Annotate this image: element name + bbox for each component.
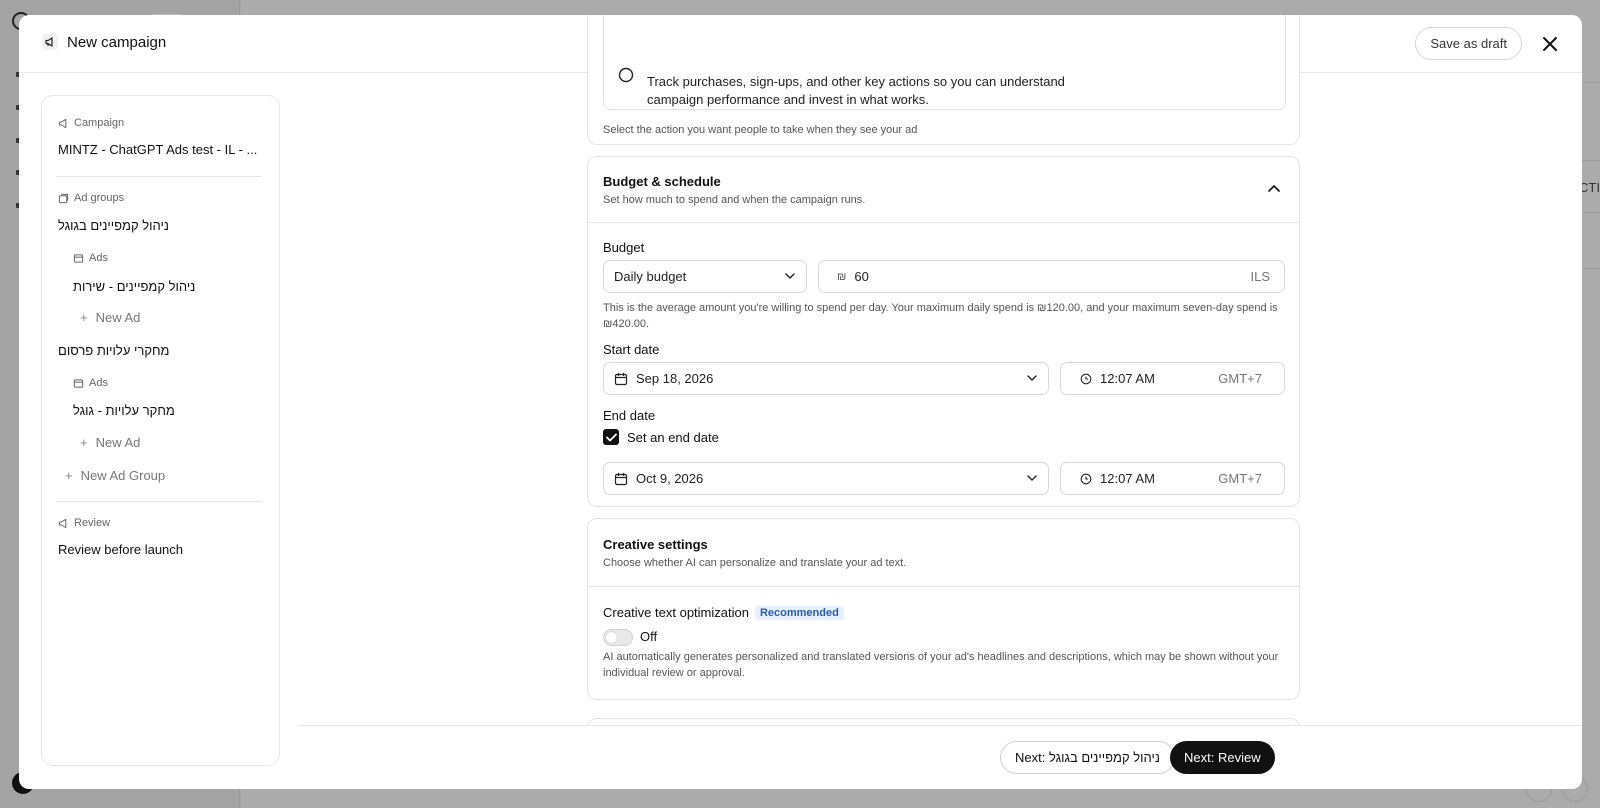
nav-section-label: Campaign bbox=[74, 117, 125, 129]
creative-optimization-row: Creative text optimization Recommended bbox=[603, 605, 844, 620]
nav-section-label: Review bbox=[74, 517, 111, 529]
modal-title-text: New campaign bbox=[67, 33, 167, 51]
budget-type-select[interactable]: Daily budget bbox=[603, 260, 807, 293]
chevron-down-icon bbox=[1026, 473, 1038, 483]
nav-section-ad-groups: Ad groups bbox=[58, 192, 124, 204]
nav-divider bbox=[56, 176, 262, 177]
creative-optimization-label: Creative text optimization bbox=[603, 605, 749, 620]
calendar-icon bbox=[614, 372, 628, 386]
end-date-value: Oct 9, 2026 bbox=[636, 471, 704, 486]
new-campaign-modal: New campaign Save as draft Campaign MINT… bbox=[19, 15, 1582, 789]
new-ad-button[interactable]: + New Ad bbox=[80, 435, 140, 450]
layers-icon bbox=[58, 193, 69, 204]
new-ad-group-button[interactable]: + New Ad Group bbox=[65, 468, 165, 483]
close-button[interactable] bbox=[1536, 30, 1564, 58]
start-date-value: Sep 18, 2026 bbox=[636, 371, 714, 386]
checkmark-icon bbox=[605, 433, 617, 442]
nav-section-ads: Ads bbox=[73, 377, 108, 389]
plus-icon: + bbox=[65, 468, 73, 483]
save-as-draft-button[interactable]: Save as draft bbox=[1415, 27, 1522, 60]
start-time-value: 12:07 AM bbox=[1100, 371, 1155, 386]
creative-settings-subtitle: Choose whether AI can personalize and tr… bbox=[603, 557, 907, 569]
budget-schedule-card: Budget & schedule Set how much to spend … bbox=[587, 156, 1300, 507]
end-time-value: 12:07 AM bbox=[1100, 471, 1155, 486]
conversion-card: Track purchases, sign-ups, and other key… bbox=[587, 15, 1300, 145]
new-ad-label: New Ad bbox=[95, 310, 141, 325]
close-icon bbox=[1542, 36, 1558, 52]
timezone-label: GMT+7 bbox=[1218, 371, 1262, 386]
budget-type-value: Daily budget bbox=[614, 269, 687, 284]
calendar-icon bbox=[614, 472, 628, 486]
nav-item-campaign[interactable]: MINTZ - ChatGPT Ads test - IL - ... bbox=[58, 142, 257, 157]
conversion-option[interactable]: Track purchases, sign-ups, and other key… bbox=[603, 15, 1286, 110]
plus-icon: + bbox=[80, 435, 88, 450]
nav-item-ad[interactable]: מחקר עלויות - גוגל bbox=[73, 403, 175, 418]
budget-schedule-header[interactable]: Budget & schedule Set how much to spend … bbox=[588, 157, 1299, 223]
budget-amount-input[interactable]: ₪ 60 ILS bbox=[818, 260, 1285, 293]
radio-icon bbox=[618, 67, 634, 83]
end-date-checkbox-label[interactable]: Set an end date bbox=[627, 430, 719, 445]
next-ad-group-button[interactable]: Next: ניהול קמפיינים בגוגל bbox=[1000, 741, 1175, 774]
nav-section-label: Ads bbox=[89, 252, 108, 264]
budget-schedule-title: Budget & schedule bbox=[603, 174, 721, 189]
conversion-description-line: campaign performance and invest in what … bbox=[647, 92, 929, 107]
nav-item-ad-group[interactable]: מחקרי עלויות פרסום bbox=[58, 343, 169, 358]
timezone-label: GMT+7 bbox=[1218, 471, 1262, 486]
budget-help-text: This is the average amount you're willin… bbox=[603, 302, 1278, 330]
nav-section-label: Ad groups bbox=[74, 192, 125, 204]
toggle-knob bbox=[606, 632, 617, 643]
ad-card-icon bbox=[73, 378, 84, 389]
clock-icon bbox=[1080, 373, 1092, 385]
next-review-button[interactable]: Next: Review bbox=[1170, 741, 1275, 774]
currency-code: ILS bbox=[1250, 269, 1270, 284]
nav-section-label: Ads bbox=[89, 377, 108, 389]
nav-divider bbox=[56, 501, 262, 502]
modal-footer: Next: ניהול קמפיינים בגוגל Next: Review bbox=[298, 725, 1582, 789]
ad-card-icon bbox=[73, 253, 84, 264]
clock-icon bbox=[1080, 473, 1092, 485]
background-column-header: CTI bbox=[1579, 180, 1600, 195]
recommended-badge: Recommended bbox=[754, 605, 844, 620]
megaphone-icon bbox=[41, 33, 59, 51]
nav-section-campaign: Campaign bbox=[58, 117, 124, 129]
end-time-picker[interactable]: 12:07 AM GMT+7 bbox=[1060, 462, 1285, 495]
chevron-up-icon[interactable] bbox=[1267, 183, 1281, 193]
modal-title: New campaign bbox=[41, 33, 166, 51]
start-date-label: Start date bbox=[603, 342, 660, 357]
nav-item-ad[interactable]: ניהול קמפיינים - שירות bbox=[73, 279, 195, 294]
megaphone-icon bbox=[58, 518, 69, 529]
budget-schedule-subtitle: Set how much to spend and when the campa… bbox=[603, 194, 866, 206]
creative-settings-card: Creative settings Choose whether AI can … bbox=[587, 518, 1300, 700]
toggle-state-label: Off bbox=[640, 629, 658, 644]
creative-settings-header: Creative settings Choose whether AI can … bbox=[588, 519, 1299, 587]
chevron-down-icon bbox=[1026, 373, 1038, 383]
megaphone-icon bbox=[58, 118, 69, 129]
new-ad-button[interactable]: + New Ad bbox=[80, 310, 140, 325]
conversion-description: Track purchases, sign-ups, and other key… bbox=[647, 73, 1065, 109]
chevron-down-icon bbox=[784, 271, 796, 281]
budget-label: Budget bbox=[603, 240, 645, 255]
campaign-structure-nav: Campaign MINTZ - ChatGPT Ads test - IL -… bbox=[41, 95, 280, 766]
budget-amount-value: 60 bbox=[854, 269, 869, 284]
conversion-help-text: Select the action you want people to tak… bbox=[603, 124, 918, 136]
creative-settings-title: Creative settings bbox=[603, 537, 708, 552]
start-time-picker[interactable]: 12:07 AM GMT+7 bbox=[1060, 362, 1285, 395]
nav-item-review[interactable]: Review before launch bbox=[58, 542, 183, 557]
nav-item-ad-group[interactable]: ניהול קמפיינים בגוגל bbox=[58, 218, 169, 233]
currency-symbol: ₪ bbox=[837, 270, 847, 283]
new-ad-label: New Ad bbox=[95, 435, 141, 450]
creative-optimization-help: AI automatically generates personalized … bbox=[603, 651, 1279, 679]
start-date-picker[interactable]: Sep 18, 2026 bbox=[603, 362, 1049, 395]
conversion-description-line: Track purchases, sign-ups, and other key… bbox=[647, 74, 1065, 89]
end-date-checkbox[interactable] bbox=[603, 429, 619, 445]
plus-icon: + bbox=[80, 310, 88, 325]
creative-optimization-toggle[interactable] bbox=[603, 629, 633, 646]
end-date-picker[interactable]: Oct 9, 2026 bbox=[603, 462, 1049, 495]
new-ad-group-label: New Ad Group bbox=[80, 468, 166, 483]
nav-section-review: Review bbox=[58, 517, 110, 529]
nav-section-ads: Ads bbox=[73, 252, 108, 264]
end-date-label: End date bbox=[603, 408, 656, 423]
